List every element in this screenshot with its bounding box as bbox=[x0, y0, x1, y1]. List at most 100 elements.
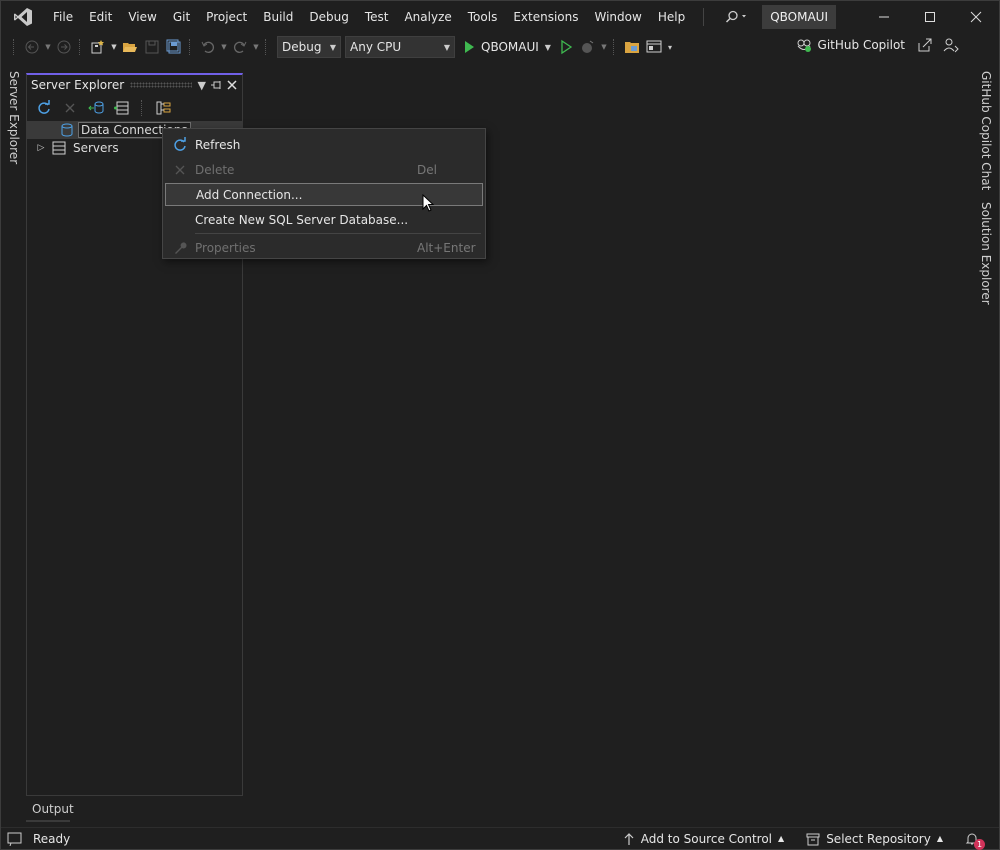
play-icon bbox=[465, 41, 474, 53]
menu-edit[interactable]: Edit bbox=[81, 1, 120, 33]
start-without-debugging-button[interactable] bbox=[555, 36, 577, 58]
chevron-up-icon: ▲ bbox=[936, 834, 943, 843]
menu-item-delete[interactable]: Delete Del bbox=[165, 158, 483, 181]
minimize-icon bbox=[879, 16, 889, 18]
panel-dropdown-icon[interactable]: ▼ bbox=[198, 79, 206, 92]
menu-project[interactable]: Project bbox=[198, 1, 255, 33]
menu-item-shortcut: Del bbox=[417, 162, 437, 177]
add-to-source-control-label: Add to Source Control bbox=[640, 831, 773, 846]
open-file-button[interactable] bbox=[119, 36, 141, 58]
refresh-button[interactable] bbox=[33, 97, 55, 119]
layout-button[interactable] bbox=[643, 36, 665, 58]
share-icon[interactable] bbox=[917, 37, 933, 53]
connect-to-database-button[interactable] bbox=[85, 97, 107, 119]
panel-toolbar bbox=[27, 95, 242, 121]
close-button[interactable] bbox=[953, 1, 999, 33]
maximize-icon bbox=[925, 12, 935, 22]
forward-arrow-icon bbox=[57, 40, 71, 54]
select-repository-label: Select Repository bbox=[826, 831, 931, 846]
start-debugging-button[interactable]: QBOMAUI ▼ bbox=[461, 39, 551, 55]
menu-analyze[interactable]: Analyze bbox=[396, 1, 459, 33]
redo-dropdown[interactable]: ▼ bbox=[251, 36, 261, 58]
new-project-icon bbox=[91, 40, 104, 54]
save-button[interactable] bbox=[141, 36, 163, 58]
connect-to-sharepoint-button[interactable] bbox=[153, 97, 175, 119]
menu-file[interactable]: File bbox=[45, 1, 81, 33]
github-copilot-chat-side-tab[interactable]: GitHub Copilot Chat bbox=[979, 71, 993, 190]
server-explorer-side-tab[interactable]: Server Explorer bbox=[7, 71, 21, 164]
notification-count-badge: 1 bbox=[974, 838, 985, 850]
undo-dropdown[interactable]: ▼ bbox=[219, 36, 229, 58]
wrench-icon bbox=[165, 240, 195, 256]
menu-test[interactable]: Test bbox=[357, 1, 397, 33]
maximize-button[interactable] bbox=[907, 1, 953, 33]
solution-platform-select[interactable]: Any CPU ▼ bbox=[345, 36, 455, 58]
hot-reload-button[interactable] bbox=[577, 36, 599, 58]
toolbar-grip[interactable] bbox=[13, 39, 17, 55]
menu-build[interactable]: Build bbox=[255, 1, 301, 33]
chevron-up-icon: ▲ bbox=[778, 834, 785, 843]
menu-git[interactable]: Git bbox=[165, 1, 198, 33]
connect-to-server-button[interactable] bbox=[111, 97, 133, 119]
navigate-forward-button[interactable] bbox=[53, 36, 75, 58]
output-tab[interactable]: Output bbox=[26, 800, 74, 822]
solution-explorer-side-tab[interactable]: Solution Explorer bbox=[979, 202, 993, 305]
save-all-button[interactable] bbox=[163, 36, 185, 58]
copilot-label: GitHub Copilot bbox=[817, 38, 905, 52]
menu-item-properties[interactable]: Properties Alt+Enter bbox=[165, 236, 483, 259]
navigate-back-button[interactable] bbox=[21, 36, 43, 58]
copilot-icon bbox=[797, 39, 811, 52]
right-side-tabs: GitHub Copilot Chat Solution Explorer bbox=[979, 71, 993, 305]
github-copilot-button[interactable]: GitHub Copilot bbox=[796, 37, 959, 53]
new-project-dropdown[interactable]: ▼ bbox=[109, 36, 119, 58]
repository-icon bbox=[806, 833, 820, 845]
toolbar-separator bbox=[612, 39, 617, 55]
menu-item-refresh[interactable]: Refresh bbox=[165, 133, 483, 156]
visual-studio-logo-icon bbox=[1, 1, 45, 33]
feedback-person-icon[interactable] bbox=[943, 37, 959, 53]
menu-extensions[interactable]: Extensions bbox=[505, 1, 586, 33]
menu-window[interactable]: Window bbox=[587, 1, 650, 33]
hot-reload-dropdown[interactable]: ▼ bbox=[599, 36, 609, 58]
menu-tools[interactable]: Tools bbox=[460, 1, 506, 33]
stop-icon bbox=[65, 103, 75, 113]
status-bar: Ready Add to Source Control ▲ Select Rep… bbox=[1, 827, 999, 850]
save-all-icon bbox=[166, 39, 181, 54]
menu-view[interactable]: View bbox=[120, 1, 164, 33]
new-project-button[interactable] bbox=[87, 36, 109, 58]
pin-icon[interactable] bbox=[210, 79, 222, 91]
menu-help[interactable]: Help bbox=[650, 1, 693, 33]
solution-configuration-select[interactable]: Debug ▼ bbox=[277, 36, 341, 58]
menu-separator bbox=[703, 8, 705, 26]
navigate-back-dropdown[interactable]: ▼ bbox=[43, 36, 53, 58]
select-repository-button[interactable]: Select Repository ▲ bbox=[806, 832, 943, 846]
chevron-down-icon: ▼ bbox=[443, 42, 450, 52]
run-target-label: QBOMAUI bbox=[481, 40, 539, 54]
hierarchy-icon bbox=[156, 101, 171, 115]
chevron-down-icon[interactable]: ▼ bbox=[545, 43, 551, 52]
search-button[interactable] bbox=[714, 1, 758, 33]
toolbar-overflow-button[interactable]: ▾ bbox=[665, 36, 675, 58]
menu-debug[interactable]: Debug bbox=[301, 1, 356, 33]
notifications-button[interactable]: 1 bbox=[965, 832, 985, 850]
play-outline-icon bbox=[561, 39, 573, 55]
hot-reload-icon bbox=[581, 40, 594, 53]
menu-item-label: Refresh bbox=[195, 137, 241, 152]
redo-button[interactable] bbox=[229, 36, 251, 58]
add-to-source-control-button[interactable]: Add to Source Control ▲ bbox=[623, 832, 784, 846]
minimize-button[interactable] bbox=[861, 1, 907, 33]
project-name-badge[interactable]: QBOMAUI bbox=[762, 5, 836, 29]
undo-button[interactable] bbox=[197, 36, 219, 58]
menu-bar: File Edit View Git Project Build Debug T… bbox=[1, 1, 999, 33]
panel-drag-grip[interactable] bbox=[130, 82, 192, 88]
toolbar-separator bbox=[79, 39, 83, 55]
solution-explorer-button[interactable] bbox=[621, 36, 643, 58]
menu-item-label: Delete bbox=[195, 162, 235, 177]
up-arrow-icon bbox=[624, 832, 634, 845]
stop-refresh-button[interactable] bbox=[59, 97, 81, 119]
output-window-icon[interactable] bbox=[7, 832, 23, 846]
delete-icon bbox=[165, 164, 195, 176]
close-panel-icon[interactable] bbox=[226, 79, 238, 91]
open-folder-icon bbox=[123, 43, 137, 52]
expand-arrow-icon[interactable]: ▷ bbox=[35, 143, 47, 153]
